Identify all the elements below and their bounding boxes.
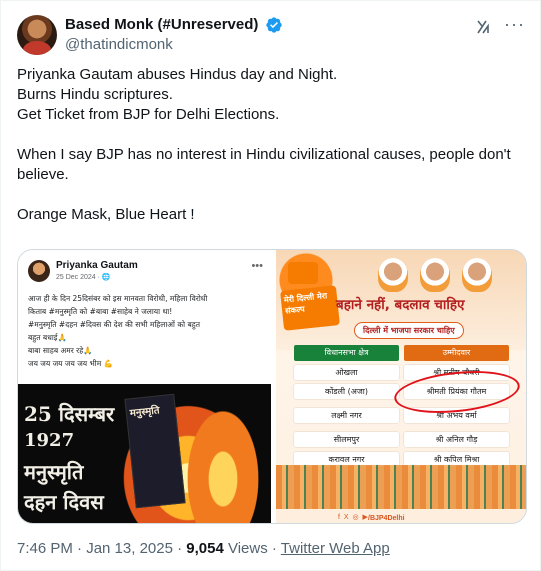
seat-cell: कोंडली (अजा) — [294, 384, 399, 399]
campaign-badge: मेरी दिल्ली मेरा संकल्प — [280, 285, 340, 331]
fb-photo-burning-book: मनुस्मृति 25 दिसम्बर 1927 मनुस्मृति दहन … — [18, 384, 271, 523]
fb-author-name: Priyanka Gautam — [56, 260, 138, 271]
fb-post-line: #मनुस्मृति #दहन #दिवस की देश की सभी महिल… — [28, 320, 200, 329]
views-label: Views · — [223, 540, 281, 557]
fb-post-line: जय जय जय जय जय भीम 💪 — [28, 359, 113, 368]
grok-icon[interactable] — [474, 17, 494, 37]
fb-more-icon: ••• — [251, 260, 263, 272]
fb-post-line: आज ही के दिन 25दिसंबर को इस मानवता विरोध… — [28, 294, 208, 303]
author-avatar[interactable] — [17, 15, 57, 55]
candidate-cell: श्री अनिल गौड़ — [404, 432, 509, 447]
fb-avatar — [28, 260, 50, 282]
photo-caption-subtitle: दहन दिवस — [24, 490, 104, 514]
author-display-name[interactable]: Based Monk (#Unreserved) — [65, 15, 258, 35]
seat-cell: लक्ष्मी नगर — [294, 408, 399, 423]
tweet-source-link[interactable]: Twitter Web App — [281, 540, 390, 557]
photo-caption-year: 1927 — [24, 430, 75, 451]
tweet-media[interactable]: Priyanka Gautam 25 Dec 2024 · 🌐 ••• आज ह… — [17, 249, 527, 524]
author-handle[interactable]: @thatindicmonk — [65, 35, 283, 55]
fb-post-line: बहुत बधाई🙏 — [28, 333, 67, 342]
photo-caption-date: 25 दिसम्बर — [24, 402, 115, 426]
views-count: 9,054 — [186, 540, 224, 557]
media-image-bjp-poster[interactable]: मेरी दिल्ली मेरा संकल्प बहाने नहीं, बदला… — [276, 250, 526, 523]
book-title: मनुस्मृति — [129, 405, 161, 420]
poster-footer-handle: /BJP4Delhi — [368, 515, 405, 522]
fb-post-line: बाबा साहब अमर रहे🙏 — [28, 346, 93, 355]
poster-subhead: दिल्ली में भाजपा सरकार चाहिए — [354, 322, 464, 339]
media-image-facebook-post[interactable]: Priyanka Gautam 25 Dec 2024 · 🌐 ••• आज ह… — [18, 250, 271, 523]
fb-post-line: किताब #मनुस्मृति को #बाबा #साहेब ने जलाय… — [28, 307, 173, 316]
leader-photo — [420, 258, 450, 292]
poster-headline: बहाने नहीं, बदलाव चाहिए — [336, 297, 465, 313]
tweet-header: Based Monk (#Unreserved) @thatindicmonk … — [17, 13, 524, 57]
crowd-graphic — [276, 465, 526, 511]
column-header-candidate: उम्मीदवार — [404, 345, 509, 361]
tweet-meta: 7:46 PM · Jan 13, 2025 · 9,054 Views · T… — [17, 539, 390, 559]
verified-badge-icon — [266, 17, 282, 33]
fb-post-date: 25 Dec 2024 · 🌐 — [56, 274, 111, 281]
tweet-card: Based Monk (#Unreserved) @thatindicmonk … — [0, 0, 541, 571]
leader-photo — [462, 258, 492, 292]
column-header-constituency: विधानसभा क्षेत्र — [294, 345, 399, 361]
seat-cell: ओखला — [294, 365, 399, 380]
seat-cell: सीलमपुर — [294, 432, 399, 447]
author-names: Based Monk (#Unreserved) @thatindicmonk — [65, 15, 283, 55]
tweet-text: Priyanka Gautam abuses Hindus day and Ni… — [17, 66, 511, 223]
social-icons: f X ◎ ▶ — [338, 514, 369, 521]
tweet-timestamp[interactable]: 7:46 PM · Jan 13, 2025 · — [17, 540, 186, 557]
photo-caption-title: मनुस्मृति — [24, 460, 84, 484]
bjp-lotus-logo — [288, 262, 318, 284]
more-options-icon[interactable]: ··· — [504, 15, 524, 37]
leader-photo — [378, 258, 408, 292]
